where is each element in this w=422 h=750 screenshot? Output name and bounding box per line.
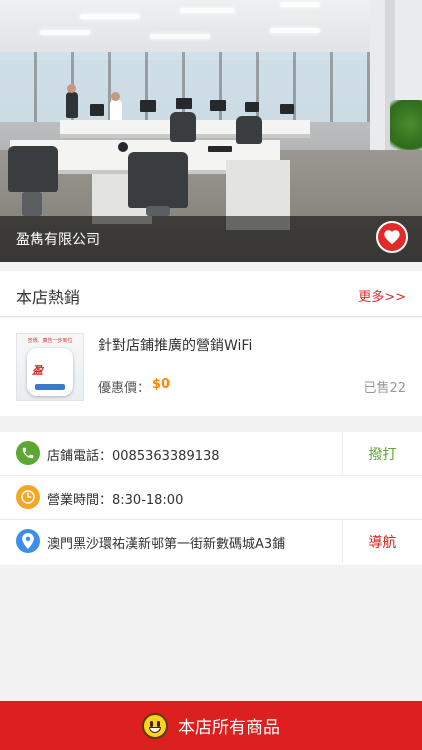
heart-icon [384, 230, 400, 245]
more-link[interactable]: 更多>> [358, 286, 406, 305]
product-item[interactable]: 宣傳、廣告一步到位 盈 [0, 318, 422, 416]
navigate-button[interactable]: 導航 [342, 520, 422, 563]
person [110, 100, 122, 122]
phone-on-desk [208, 146, 232, 152]
hot-sellers-title: 本店熱銷 [16, 288, 81, 307]
ceiling-light [280, 2, 320, 7]
price-label: 優惠價： [98, 381, 151, 396]
call-button[interactable]: 撥打 [342, 432, 422, 475]
monitor [90, 104, 104, 116]
monitor [176, 98, 192, 109]
office-chair [128, 152, 188, 208]
office-chair [236, 116, 262, 144]
business-hours: 營業時間：8:30-18:00 [47, 493, 184, 508]
office-chair [8, 146, 58, 192]
office-chair [170, 112, 196, 142]
phone-on-desk [118, 142, 128, 152]
all-products-label: 本店所有商品 [178, 718, 280, 738]
ceiling-light [40, 30, 90, 35]
location-pin-icon [16, 529, 40, 553]
store-address: 澳門黑沙環祐漢新邨第一街新數碼城A3鋪 [47, 537, 286, 552]
product-name[interactable]: 針對店鋪推廣的營銷WiFi [98, 335, 252, 355]
product-thumbnail: 宣傳、廣告一步到位 盈 [16, 333, 84, 401]
store-info-list: 店鋪電話：0085363389138 撥打 營業時間：8:30-18:00 澳門… [0, 432, 422, 565]
person-head [67, 84, 76, 93]
hot-sellers-header: 本店熱銷 更多>> [0, 271, 422, 317]
ceiling-light [270, 28, 320, 33]
monitor [245, 102, 259, 112]
smiley-icon [142, 712, 168, 739]
ceiling-light [150, 34, 210, 39]
chair-base [22, 192, 42, 216]
person [66, 92, 78, 118]
hours-row: 營業時間：8:30-18:00 [0, 476, 422, 520]
product-price: $0 [152, 377, 171, 392]
thumbnail-caption: 宣傳、廣告一步到位 [27, 338, 73, 344]
monitor [210, 100, 226, 111]
address-row: 澳門黑沙環祐漢新邨第一街新數碼城A3鋪 導航 [0, 520, 422, 564]
clock-icon [16, 485, 40, 509]
ceiling-light [180, 8, 235, 13]
store-phone: 店鋪電話：0085363389138 [47, 449, 220, 464]
monitor [140, 100, 156, 112]
all-products-button[interactable]: 本店所有商品 [0, 701, 422, 750]
thumbnail-stripe [35, 384, 65, 390]
ceiling-light [80, 14, 140, 19]
thumbnail-logo: 盈 [32, 364, 43, 377]
store-name: 盈雋有限公司 [16, 232, 100, 248]
phone-icon [16, 441, 40, 465]
person-head [111, 92, 120, 101]
favorite-button[interactable] [376, 221, 408, 253]
monitor [280, 104, 294, 114]
office-windows [0, 52, 422, 122]
store-banner-image: 盈雋有限公司 [0, 0, 422, 262]
chair-base [146, 206, 170, 216]
sold-count: 已售22 [363, 381, 406, 396]
phone-row: 店鋪電話：0085363389138 撥打 [0, 432, 422, 476]
